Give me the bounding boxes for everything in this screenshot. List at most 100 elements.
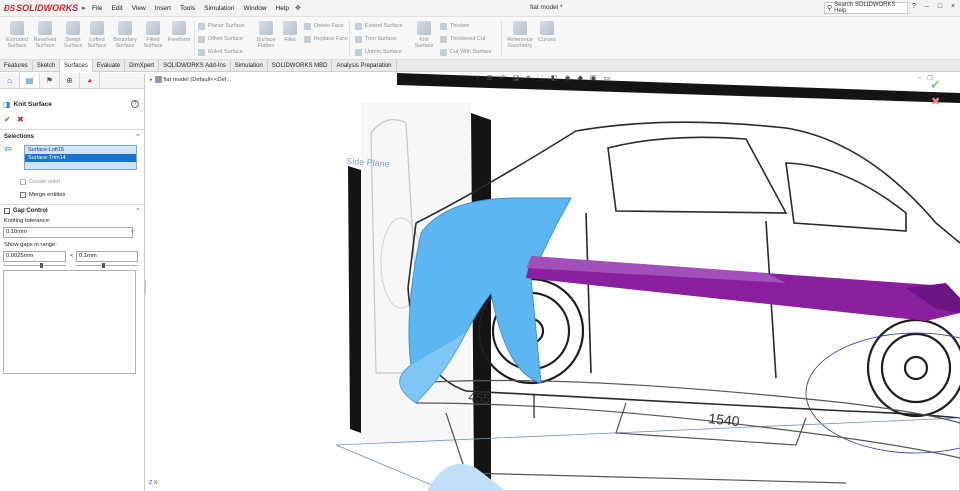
display-style-icon[interactable]: ◧ xyxy=(551,74,558,82)
view-orientation-icon[interactable]: ⬚ xyxy=(537,74,544,82)
section-view-icon[interactable]: ◪ xyxy=(513,74,520,82)
pin-icon[interactable]: ✥ xyxy=(295,4,301,12)
cancel-button[interactable]: ✖ xyxy=(17,115,24,124)
tab-analysis-preparation[interactable]: Analysis Preparation xyxy=(332,60,397,72)
feature-tree-node[interactable]: ▸ fiat model (Default<<Def... xyxy=(150,76,231,83)
menu-view[interactable]: View xyxy=(132,5,146,12)
extruded-surface-button[interactable]: Extruded Surface xyxy=(4,21,30,49)
list-item[interactable]: Surface-Loft15 xyxy=(25,146,136,154)
slider-track xyxy=(3,265,66,266)
tab-features[interactable]: Features xyxy=(0,60,33,72)
freeform-button[interactable]: Freeform xyxy=(166,21,192,43)
surface-flatten-button[interactable]: Surface Flatten xyxy=(253,21,279,49)
ruled-surface-button[interactable]: Ruled Surface xyxy=(198,47,243,57)
graphics-viewport[interactable]: 455 1540 Side Plane ▸ fiat model (Defaul… xyxy=(146,73,960,491)
untrim-surface-button[interactable]: Untrim Surface xyxy=(355,47,402,57)
apply-scene-icon[interactable]: ▣ xyxy=(590,74,597,82)
tab-addins[interactable]: SOLIDWORKS Add-Ins xyxy=(159,60,231,72)
zoom-to-fit-icon[interactable]: ⌕ xyxy=(476,74,480,82)
configuration-manager-tab[interactable]: ⚑ xyxy=(40,73,60,88)
dimension-label-2[interactable]: 1540 xyxy=(708,410,741,429)
curves-button[interactable]: Curves xyxy=(534,21,560,43)
viewport-minimize-icon[interactable]: – xyxy=(918,75,921,82)
plane-label[interactable]: Side Plane xyxy=(346,156,390,169)
tab-surfaces[interactable]: Surfaces xyxy=(60,60,93,72)
reference-geometry-button[interactable]: Reference Geometry xyxy=(506,21,534,49)
tab-dimxpert[interactable]: DimXpert xyxy=(125,60,160,72)
zoom-area-icon[interactable]: ⊞ xyxy=(487,74,493,82)
edit-appearance-icon[interactable]: ◆ xyxy=(578,74,583,82)
gap-control-header[interactable]: Gap Control xyxy=(4,208,48,214)
list-item[interactable]: Surface-Trim14 xyxy=(25,154,136,162)
dimxpert-manager-tab[interactable]: ⊕ xyxy=(60,73,80,88)
menu-tools[interactable]: Tools xyxy=(180,5,195,12)
revolved-surface-button[interactable]: Revolved Surface xyxy=(32,21,58,49)
previous-view-icon[interactable]: ↶ xyxy=(500,74,506,82)
menu-file[interactable]: File xyxy=(92,5,102,12)
surface-selection-list[interactable]: Surface-Loft15 Surface-Trim14 xyxy=(24,145,137,170)
menu-simulation[interactable]: Simulation xyxy=(204,5,234,12)
replace-face-button[interactable]: Replace Face xyxy=(304,34,348,44)
merge-entities-checkbox[interactable]: Merge entities xyxy=(20,192,65,198)
knitting-tolerance-input[interactable]: 0.10mm xyxy=(3,227,133,238)
minimize-icon[interactable]: – xyxy=(925,3,929,10)
selections-title[interactable]: Selections xyxy=(4,134,34,140)
trim-surface-button[interactable]: Trim Surface xyxy=(355,34,396,44)
create-solid-checkbox[interactable]: Create solid xyxy=(20,179,60,185)
property-manager-tab[interactable]: ▤ xyxy=(20,73,40,88)
offset-surface-button[interactable]: Offset Surface xyxy=(198,34,243,44)
planar-surface-button[interactable]: Planar Surface xyxy=(198,21,244,31)
spin-icon[interactable]: ◇ xyxy=(131,228,135,234)
thicken-button[interactable]: Thicken xyxy=(440,21,469,31)
menu-window[interactable]: Window xyxy=(243,5,266,12)
delete-face-button[interactable]: Delete Face xyxy=(304,21,344,31)
pm-help-icon[interactable]: ? xyxy=(131,100,139,108)
tab-evaluate[interactable]: Evaluate xyxy=(93,60,126,72)
range-max-input[interactable]: 0.1mm xyxy=(76,251,138,262)
gap-control-checkbox[interactable] xyxy=(4,208,10,214)
hide-show-icon[interactable]: ◉ xyxy=(565,74,571,82)
menu-edit[interactable]: Edit xyxy=(111,5,122,12)
solidworks-logo[interactable]: ƉS SOLIDWORKS ▸ xyxy=(0,0,86,17)
slider-thumb[interactable] xyxy=(102,263,105,268)
feature-manager-tab[interactable]: ⌂ xyxy=(0,73,20,88)
maximize-icon[interactable]: □ xyxy=(938,3,942,10)
accept-icon[interactable]: ✔ xyxy=(930,77,941,93)
tab-simulation[interactable]: Simulation xyxy=(231,60,268,72)
view-settings-icon[interactable]: ▭ xyxy=(604,74,611,82)
cut-with-surface-button[interactable]: Cut With Surface xyxy=(440,47,492,57)
filled-surface-button[interactable]: Filled Surface xyxy=(140,21,166,49)
knit-surface-button[interactable]: Knit Surface xyxy=(411,21,437,49)
button-label: Delete Face xyxy=(314,23,344,29)
dynamic-annotation-icon[interactable]: ⌖ xyxy=(526,74,530,82)
lofted-surface-button[interactable]: Lofted Surface xyxy=(84,21,110,49)
slider-thumb[interactable] xyxy=(40,263,43,268)
extend-surface-button[interactable]: Extend Surface xyxy=(355,21,403,31)
chevron-right-icon[interactable]: ▸ xyxy=(82,4,86,12)
ok-button[interactable]: ✔ xyxy=(4,115,11,124)
tab-mbd[interactable]: SOLIDWORKS MBD xyxy=(268,60,333,72)
expand-arrow-icon[interactable]: ▸ xyxy=(150,77,153,83)
dimension-label-1[interactable]: 455 xyxy=(468,389,491,406)
range-min-input[interactable]: 0.0025mm xyxy=(3,251,66,262)
menu-insert[interactable]: Insert xyxy=(155,5,171,12)
display-manager-tab[interactable]: ◕ xyxy=(80,73,100,88)
boundary-surface-button[interactable]: Boundary Surface xyxy=(112,21,138,49)
button-label: Curves xyxy=(538,37,556,43)
thickened-cut-button[interactable]: Thickened Cut xyxy=(440,34,485,44)
menu-help[interactable]: Help xyxy=(276,5,289,12)
chevron-up-icon[interactable]: ⌃ xyxy=(135,133,141,141)
chevron-up-icon[interactable]: ⌃ xyxy=(135,207,141,215)
swept-surface-button[interactable]: Swept Surface xyxy=(60,21,86,49)
tab-sketch[interactable]: Sketch xyxy=(33,60,61,72)
close-icon[interactable]: × xyxy=(951,3,955,10)
checkbox[interactable] xyxy=(20,192,26,198)
help-icon[interactable]: ? xyxy=(912,3,916,10)
fillet-button[interactable]: Fillet xyxy=(277,21,303,43)
gaps-list[interactable] xyxy=(3,270,136,374)
range-min-slider[interactable] xyxy=(3,263,66,268)
search-help-input[interactable]: ⚲ Search SOLIDWORKS Help xyxy=(824,2,908,14)
checkbox[interactable] xyxy=(20,179,26,185)
reject-icon[interactable]: ✖ xyxy=(931,95,940,108)
range-max-slider[interactable] xyxy=(76,263,138,268)
